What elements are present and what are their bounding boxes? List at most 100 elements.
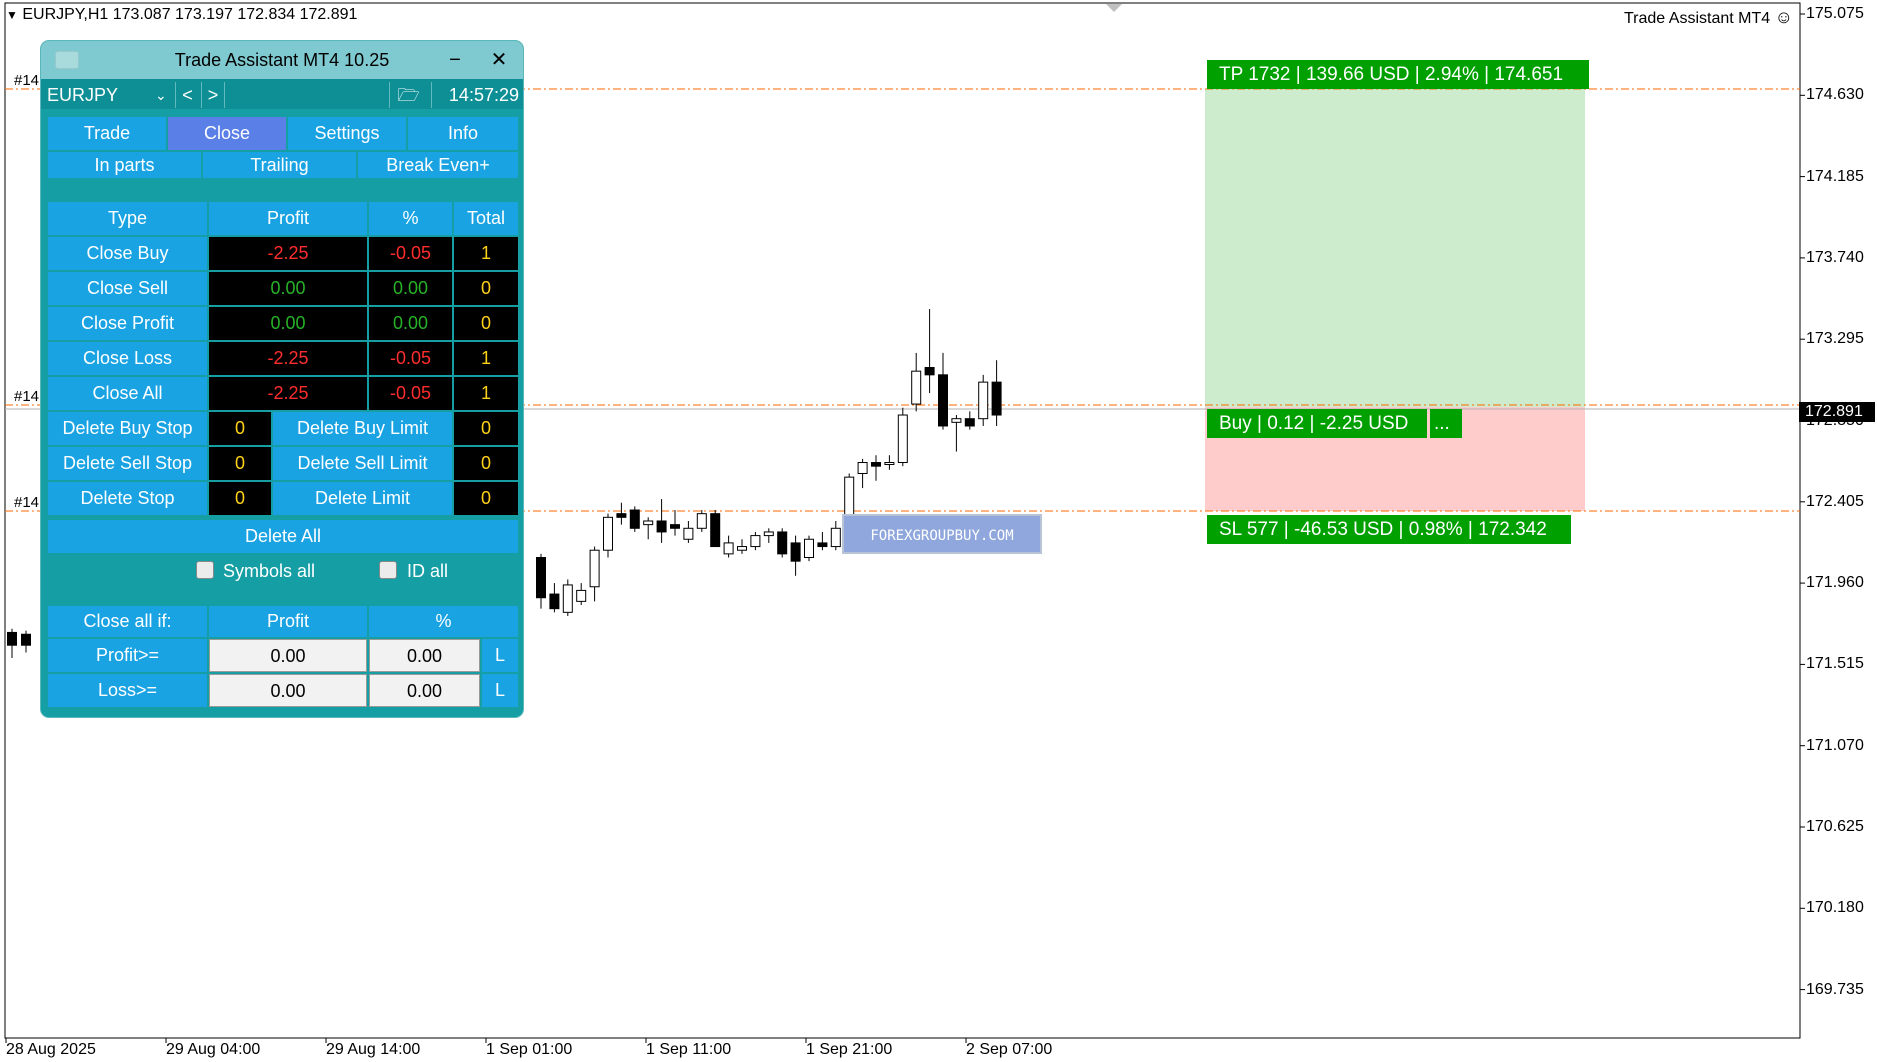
bull-candle	[857, 462, 868, 474]
bull-candle	[603, 516, 613, 551]
condition-label: Loss>=	[48, 674, 207, 707]
bull-candle	[763, 531, 774, 537]
bear-candle	[710, 513, 721, 548]
prev-symbol-button[interactable]: <	[175, 82, 199, 108]
tp-tag[interactable]: TP 1732 | 139.66 USD | 2.94% | 174.651	[1207, 60, 1589, 89]
row-profit: -2.25	[209, 377, 367, 410]
close-row-button[interactable]: Close Sell	[48, 272, 207, 305]
bull-candle	[978, 381, 989, 420]
bear-candle	[924, 367, 935, 376]
col-cond-percent: %	[369, 606, 518, 637]
symbol-info[interactable]: ▼ EURJPY,H1 173.087 173.197 172.834 172.…	[6, 6, 357, 24]
entry-tag[interactable]: Buy | 0.12 | -2.25 USD	[1207, 409, 1427, 438]
tab-info[interactable]: Info	[408, 117, 518, 150]
bull-candle	[562, 584, 573, 613]
condition-profit-input[interactable]: 0.00	[209, 639, 367, 672]
bull-candle	[884, 462, 895, 466]
delete-left-count: 0	[209, 412, 271, 445]
price-label: 170.180	[1806, 899, 1864, 917]
tab-close[interactable]: Close	[168, 117, 286, 150]
bull-candle	[830, 527, 841, 548]
bear-candle	[629, 509, 640, 529]
time-label: 1 Sep 21:00	[806, 1041, 893, 1058]
bear-candle	[790, 542, 801, 562]
row-percent: -0.05	[369, 377, 452, 410]
symbol-select[interactable]: EURJPY ⌄	[47, 82, 167, 108]
delete-left-button[interactable]: Delete Stop	[48, 482, 207, 515]
bull-candle	[576, 589, 587, 602]
dropdown-triangle-icon[interactable]: ▼	[6, 8, 18, 22]
server-time: 14:57:29	[431, 82, 519, 108]
bear-candle	[670, 524, 680, 529]
bull-candle	[723, 542, 734, 555]
row-profit: 0.00	[209, 272, 367, 305]
row-total: 1	[454, 237, 518, 270]
time-label: 29 Aug 04:00	[166, 1041, 261, 1058]
camera-icon[interactable]	[55, 51, 79, 69]
minimize-icon[interactable]: −	[443, 41, 467, 79]
tab-settings[interactable]: Settings	[288, 117, 406, 150]
condition-mode-button[interactable]: L	[482, 639, 518, 672]
bear-candle	[991, 381, 1002, 416]
delete-right-button[interactable]: Delete Limit	[273, 482, 452, 515]
col-close-all-if: Close all if:	[48, 606, 207, 637]
tab-trade[interactable]: Trade	[48, 117, 166, 150]
price-axis-ticks	[1800, 13, 1805, 991]
bull-candle	[911, 370, 922, 405]
panel-title-bar[interactable]: Trade Assistant MT4 10.25 − ✕	[41, 41, 523, 79]
row-percent: -0.05	[369, 342, 452, 375]
delete-left-count: 0	[209, 447, 271, 480]
row-profit: 0.00	[209, 307, 367, 340]
condition-label: Profit>=	[48, 639, 207, 672]
tp-zone	[1205, 89, 1585, 407]
delete-right-count: 0	[454, 412, 518, 445]
id-all-label: ID all	[407, 561, 449, 581]
row-percent: 0.00	[369, 272, 452, 305]
condition-percent-input[interactable]: 0.00	[369, 639, 480, 672]
delete-right-button[interactable]: Delete Buy Limit	[273, 412, 452, 445]
delete-left-button[interactable]: Delete Sell Stop	[48, 447, 207, 480]
close-icon[interactable]: ✕	[487, 41, 511, 79]
row-total: 0	[454, 307, 518, 340]
close-row-button[interactable]: Close Buy	[48, 237, 207, 270]
sl-tag[interactable]: SL 577 | -46.53 USD | 0.98% | 172.342	[1207, 515, 1571, 544]
price-label: 174.185	[1806, 167, 1864, 185]
bull-candle	[696, 513, 707, 529]
panel-title: Trade Assistant MT4 10.25	[174, 50, 390, 70]
order-marker: #14	[14, 388, 40, 405]
close-row-button[interactable]: Close Loss	[48, 342, 207, 375]
bear-candle	[777, 531, 788, 555]
subtab-break-even[interactable]: Break Even+	[358, 152, 518, 178]
bear-candle	[817, 542, 828, 548]
time-label: 2 Sep 07:00	[966, 1041, 1053, 1058]
delete-left-button[interactable]: Delete Buy Stop	[48, 412, 207, 445]
folder-icon[interactable]: 🗁	[389, 82, 427, 108]
subtab-trailing[interactable]: Trailing	[203, 152, 356, 178]
condition-mode-button[interactable]: L	[482, 674, 518, 707]
row-total: 1	[454, 342, 518, 375]
bear-candle	[21, 633, 31, 646]
entry-more-button[interactable]: ...	[1430, 409, 1462, 438]
price-label: 173.295	[1806, 330, 1864, 348]
condition-profit-input[interactable]: 0.00	[209, 674, 367, 707]
price-label: 172.405	[1806, 492, 1864, 510]
symbols-all-label: Symbols all	[223, 561, 316, 581]
col-percent: %	[369, 202, 452, 235]
time-label: 29 Aug 14:00	[326, 1041, 421, 1058]
next-symbol-button[interactable]: >	[201, 82, 225, 108]
watermark: FOREXGROUPBUY.COM	[842, 514, 1042, 554]
condition-percent-input[interactable]: 0.00	[369, 674, 480, 707]
indicator-name: Trade Assistant MT4	[1624, 10, 1771, 27]
bear-candle	[871, 462, 881, 467]
id-all-checkbox[interactable]	[379, 561, 397, 579]
symbols-all-checkbox[interactable]	[196, 561, 214, 579]
bull-candle	[897, 414, 908, 464]
price-label: 173.740	[1806, 248, 1864, 266]
subtab-in-parts[interactable]: In parts	[48, 152, 201, 178]
smiley-icon: ☺	[1774, 7, 1793, 27]
delete-all-button[interactable]: Delete All	[48, 520, 518, 553]
close-row-button[interactable]: Close All	[48, 377, 207, 410]
close-row-button[interactable]: Close Profit	[48, 307, 207, 340]
delete-right-button[interactable]: Delete Sell Limit	[273, 447, 452, 480]
price-label: 171.515	[1806, 655, 1864, 673]
